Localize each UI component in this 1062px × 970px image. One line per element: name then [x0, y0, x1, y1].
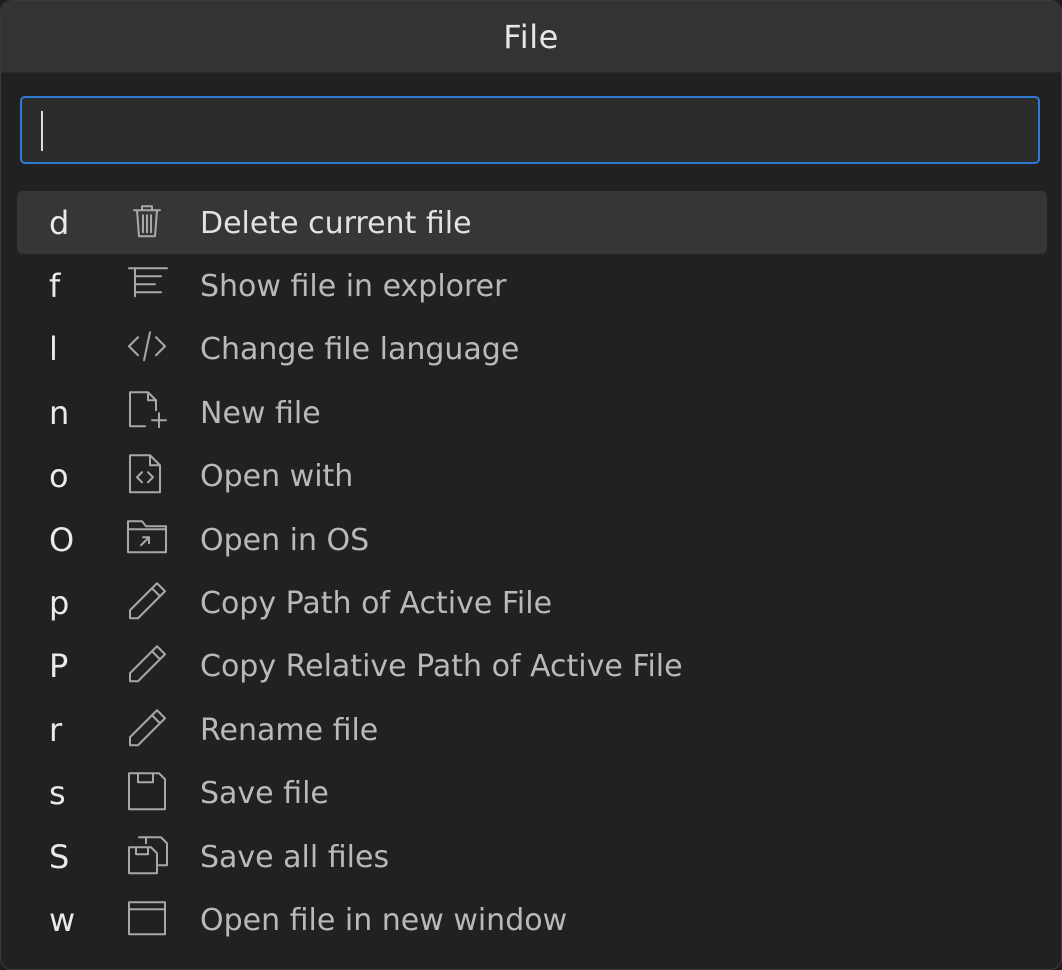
shortcut-key: P	[49, 647, 69, 686]
menu-item[interactable]: f Show file in explorer	[17, 254, 1047, 317]
code-icon	[125, 326, 169, 370]
text-caret	[41, 111, 43, 151]
save-all-icon	[125, 833, 169, 877]
menu-item-label: Save all files	[200, 839, 390, 875]
menu-item-label: Delete current file	[200, 205, 472, 241]
menu-item[interactable]: o Open with	[17, 445, 1047, 508]
shortcut-key: p	[49, 584, 70, 623]
pencil-icon	[125, 706, 169, 750]
shortcut-key: S	[49, 837, 70, 876]
menu-item-label: Change file language	[200, 332, 520, 368]
search-input[interactable]	[22, 98, 1038, 162]
shortcut-key: s	[49, 774, 66, 813]
pencil-icon	[125, 579, 169, 623]
shortcut-key: w	[49, 900, 76, 939]
menu-item[interactable]: s Save file	[17, 762, 1047, 825]
shortcut-key: l	[49, 330, 58, 369]
menu-item[interactable]: l Change file language	[17, 318, 1047, 381]
tree-icon	[125, 262, 169, 306]
menu-item-label: Rename file	[200, 713, 379, 749]
trash-icon	[125, 199, 169, 243]
shortcut-key: d	[49, 203, 70, 242]
menu-item[interactable]: d Delete current file	[17, 191, 1047, 255]
file-menu-panel: File d Delete current file f Show file in e…	[0, 0, 1062, 970]
file-code-icon	[125, 452, 169, 496]
menu-item[interactable]: S Save all files	[17, 825, 1047, 888]
menu-item[interactable]: P Copy Relative Path of Active File	[17, 635, 1047, 698]
menu-item-label: New file	[200, 396, 321, 432]
title-bar: File	[1, 1, 1061, 73]
menu-item[interactable]: O Open in OS	[17, 508, 1047, 571]
menu-item[interactable]: r Rename file	[17, 698, 1047, 761]
shortcut-key: n	[49, 393, 70, 432]
menu-item-label: Copy Path of Active File	[200, 586, 553, 622]
menu-item-label: Save file	[200, 776, 329, 812]
menu-title: File	[503, 17, 559, 56]
menu-item-label: Copy Relative Path of Active File	[200, 649, 683, 685]
menu-item[interactable]: n New file	[17, 381, 1047, 444]
search-box[interactable]	[20, 96, 1040, 164]
shortcut-key: o	[49, 457, 69, 496]
new-file-icon	[125, 389, 169, 433]
save-icon	[125, 769, 169, 813]
menu-item[interactable]: w Open file in new window	[17, 888, 1047, 951]
menu-item[interactable]: p Copy Path of Active File	[17, 571, 1047, 634]
shortcut-key: f	[49, 267, 61, 306]
shortcut-key: O	[49, 520, 75, 559]
menu-item-label: Show file in explorer	[200, 269, 507, 305]
folder-open-icon	[125, 516, 169, 560]
window-icon	[125, 896, 169, 940]
menu-item-label: Open with	[200, 459, 354, 495]
menu-item-label: Open file in new window	[200, 903, 568, 939]
command-list: d Delete current file f Show file in explor…	[17, 191, 1047, 952]
menu-item-label: Open in OS	[200, 522, 370, 558]
pencil-icon	[125, 643, 169, 687]
shortcut-key: r	[49, 710, 63, 749]
